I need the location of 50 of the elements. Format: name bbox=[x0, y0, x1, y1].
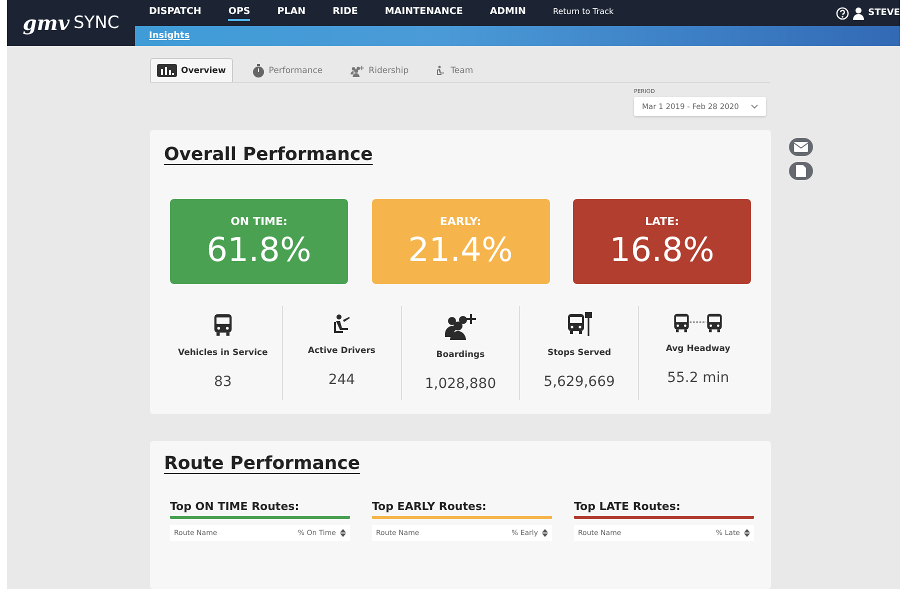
chevron-down-icon bbox=[751, 104, 758, 109]
logo-text: SYNC bbox=[74, 13, 120, 33]
tile-label: LATE: bbox=[644, 214, 680, 228]
stat-label: Avg Headway bbox=[666, 344, 730, 354]
stat-value: 244 bbox=[328, 372, 356, 388]
nav-item[interactable]: MAINTENANCE bbox=[384, 6, 463, 20]
tile-value: 16.8% bbox=[610, 230, 714, 268]
sort-icon bbox=[744, 529, 750, 537]
seated-driver-icon bbox=[434, 64, 447, 77]
table-title: Top LATE Routes: bbox=[574, 500, 754, 519]
tab[interactable]: Team bbox=[428, 58, 480, 82]
people-icon bbox=[348, 64, 365, 76]
user-name[interactable]: STEVE bbox=[868, 8, 900, 18]
email-button[interactable] bbox=[789, 138, 813, 156]
stat-value: 5,629,669 bbox=[544, 374, 615, 390]
logo-mark: gmv bbox=[22, 11, 70, 35]
help-icon[interactable] bbox=[836, 6, 850, 20]
tile-label: ON TIME: bbox=[230, 214, 288, 228]
stat-label: Active Drivers bbox=[308, 346, 376, 356]
tab[interactable]: Performance bbox=[244, 58, 330, 82]
stat-value: 83 bbox=[214, 374, 232, 390]
stat-value: 1,028,880 bbox=[424, 376, 496, 392]
stat-label: Stops Served bbox=[547, 348, 612, 358]
return-link[interactable]: Return to Track bbox=[553, 6, 614, 20]
stat-label: Boardings bbox=[436, 350, 485, 360]
document-icon bbox=[796, 165, 806, 177]
card-title: Overall Performance bbox=[164, 144, 373, 165]
nav-item[interactable]: PLAN bbox=[277, 6, 306, 20]
table-title: Top EARLY Routes: bbox=[372, 500, 552, 519]
table-title: Top ON TIME Routes: bbox=[170, 500, 350, 519]
envelope-icon bbox=[794, 142, 808, 152]
bar-chart-icon bbox=[157, 64, 177, 77]
user-icon[interactable] bbox=[853, 6, 864, 20]
pdf-button[interactable] bbox=[789, 162, 813, 180]
tile-label: EARLY: bbox=[440, 214, 482, 228]
tile-value: 21.4% bbox=[408, 230, 513, 268]
tab[interactable]: Overview bbox=[150, 58, 233, 82]
sort-icon bbox=[340, 529, 346, 537]
people-icon bbox=[443, 312, 478, 340]
nav-item[interactable]: RIDE bbox=[332, 6, 358, 20]
tile-value: 61.8% bbox=[206, 230, 312, 268]
nav-item[interactable]: DISPATCH bbox=[149, 6, 202, 20]
nav-item[interactable]: ADMIN bbox=[490, 6, 526, 20]
stat-value: 55.2 min bbox=[667, 370, 730, 386]
card-title: Route Performance bbox=[164, 453, 360, 474]
nav-item[interactable]: OPS bbox=[228, 6, 250, 20]
stat-label: Vehicles in Service bbox=[178, 348, 268, 358]
stopwatch-icon bbox=[252, 64, 265, 78]
tab[interactable]: Ridership bbox=[342, 58, 416, 82]
sort-icon bbox=[542, 529, 548, 537]
